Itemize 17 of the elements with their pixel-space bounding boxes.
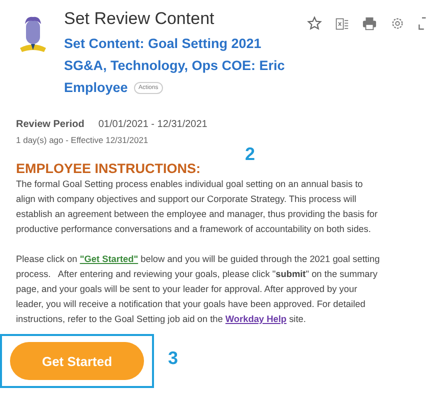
effective-date: 1 day(s) ago - Effective 12/31/2021: [16, 135, 150, 145]
help-link[interactable]: "Get Started": [80, 254, 138, 264]
expand-icon[interactable]: [418, 16, 426, 31]
help-link[interactable]: Workday Help: [225, 314, 287, 324]
settings-icon[interactable]: [390, 16, 405, 31]
review-period-label: Review Period: [16, 119, 84, 130]
review-period-value: 01/01/2021 - 12/31/2021: [98, 119, 208, 130]
instructions-paragraph: The formal Goal Setting process enables individual goal setting on an annual basis to align with company objectives and support our Corporate Strategy. This process will establish an agreement between the employee and manager, thus providing the basis for productive performance conversations and a framework of accountability on both sides.: [16, 178, 379, 236]
step-number: 2: [245, 144, 256, 164]
instructions-paragraph: Please click on "Get Started" below and you will be guided through the 2021 goal setting process. After entering and reviewing your goals, please click "submit" on the summary page, and your goals will be sent to your leader for approval. After approved by your leader, you will receive a notification that your goals have been approved. For detailed instructions, refer to the Goal Setting job aid on the Workday Help site.: [16, 253, 381, 326]
avatar-icon: [18, 14, 48, 54]
print-icon[interactable]: [362, 16, 377, 31]
star-icon[interactable]: [307, 16, 322, 31]
spreadsheet-icon[interactable]: [335, 16, 349, 30]
instructions-heading: EMPLOYEE INSTRUCTIONS:: [16, 161, 202, 177]
step-number: 3: [168, 349, 178, 367]
page-title: Set Review Content: [64, 8, 216, 30]
